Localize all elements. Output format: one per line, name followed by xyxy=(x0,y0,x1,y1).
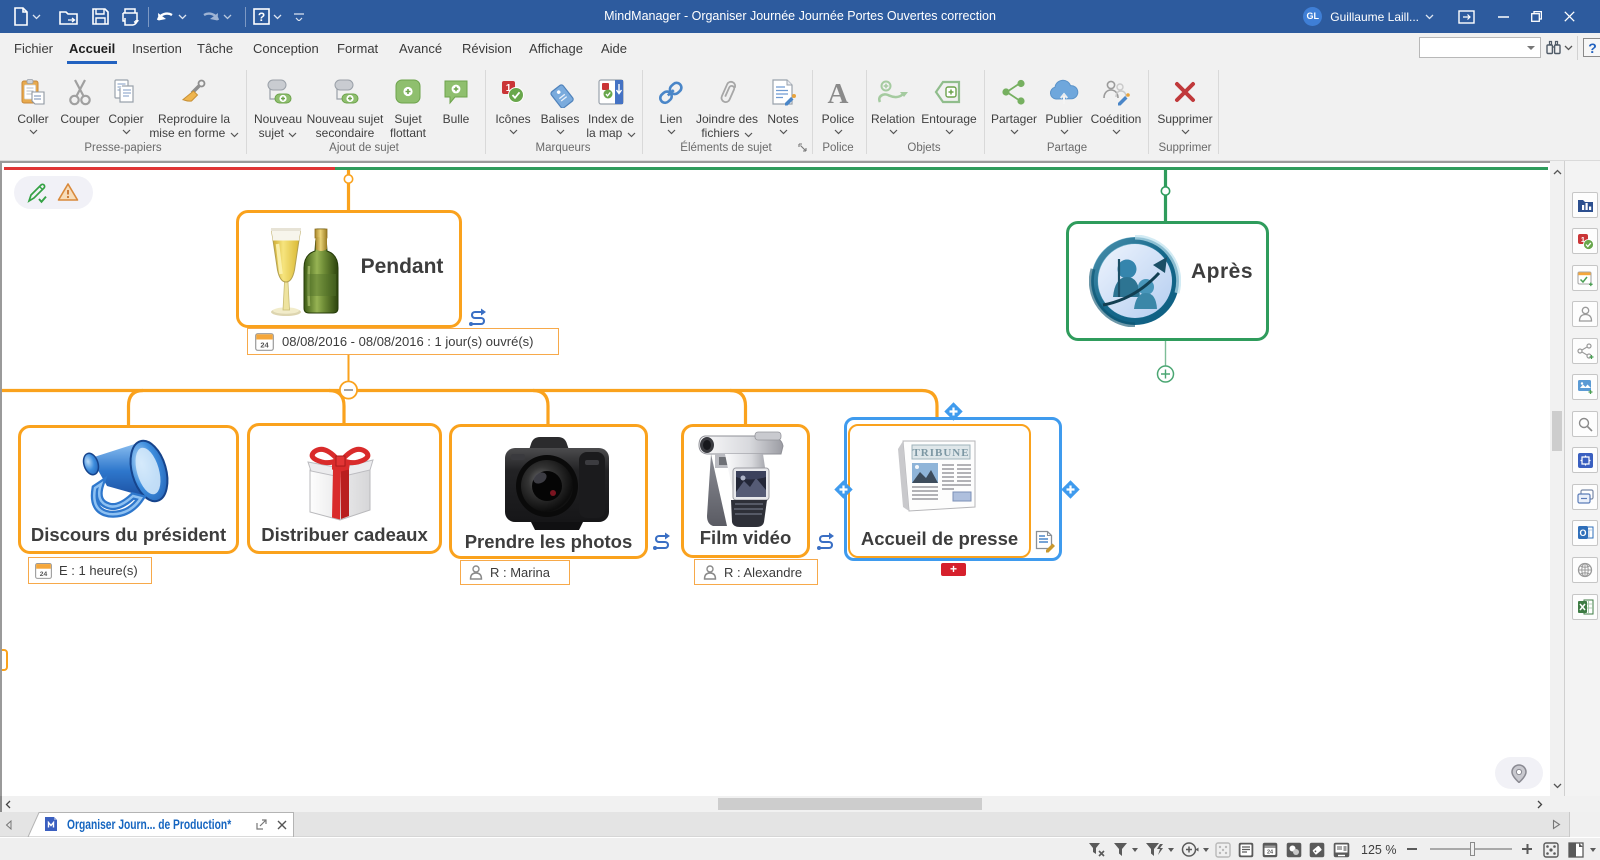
svg-text:24: 24 xyxy=(40,571,48,578)
svg-text:O: O xyxy=(1579,528,1586,538)
svg-text:24: 24 xyxy=(260,341,269,350)
svg-text:24: 24 xyxy=(1267,850,1274,856)
svg-text:TRIBUNE: TRIBUNE xyxy=(912,447,969,459)
svg-text:A: A xyxy=(828,78,849,108)
